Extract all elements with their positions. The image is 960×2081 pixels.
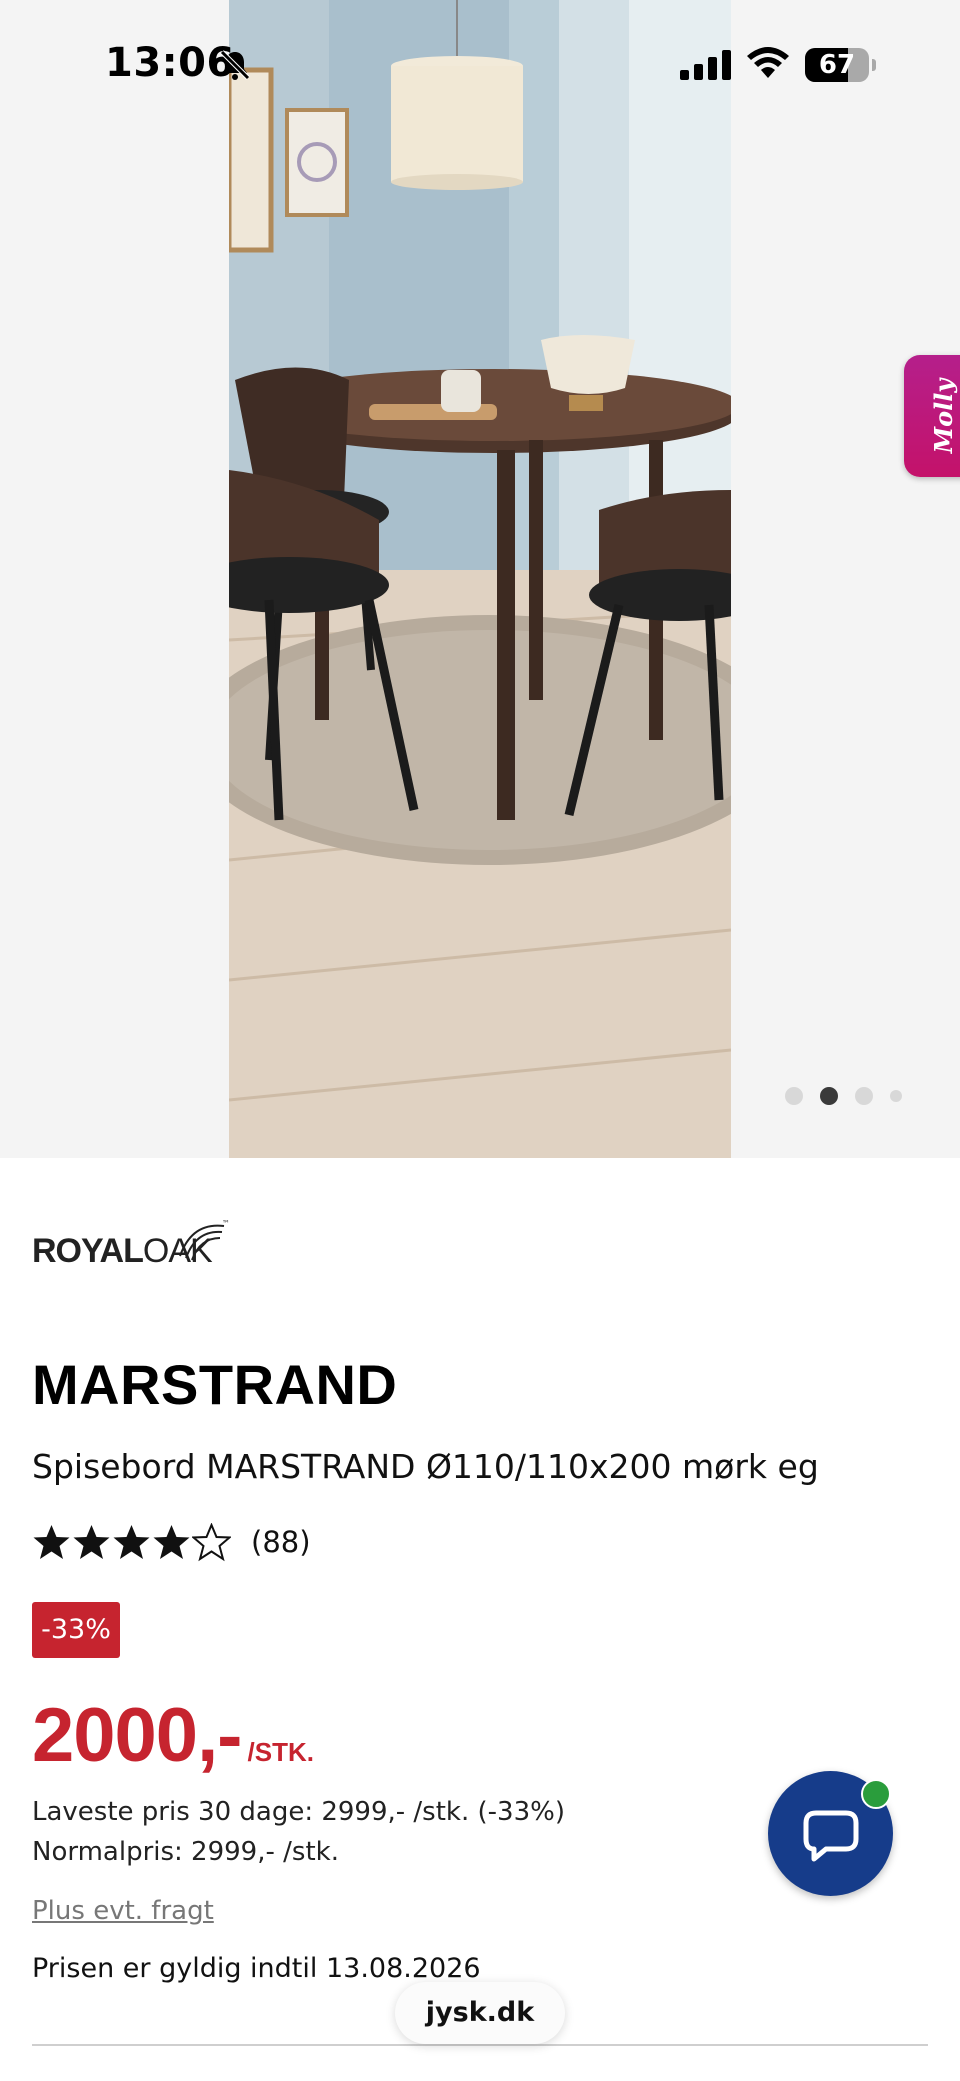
divider — [32, 2044, 928, 2046]
star-filled-icon — [73, 1524, 110, 1559]
cellular-signal-icon — [680, 50, 732, 84]
gallery-dot[interactable] — [820, 1087, 838, 1105]
rating-stars — [32, 1522, 231, 1562]
product-subtitle: Spisebord MARSTRAND Ø110/110x200 mørk eg — [32, 1447, 819, 1486]
battery-icon: 67 — [805, 48, 876, 82]
discount-badge: -33% — [32, 1602, 120, 1658]
molly-assistant-tab[interactable]: Molly — [904, 355, 960, 477]
star-filled-icon — [33, 1524, 70, 1559]
star-filled-icon — [153, 1524, 190, 1559]
product-title: MARSTRAND — [32, 1353, 398, 1416]
star-empty-icon — [192, 1522, 231, 1561]
rating[interactable]: (88) — [32, 1520, 311, 1564]
star-filled-icon — [113, 1524, 150, 1559]
wifi-icon — [745, 46, 791, 84]
gallery-dot[interactable] — [785, 1087, 803, 1105]
battery-percent: 67 — [818, 50, 856, 80]
shipping-link[interactable]: Plus evt. fragt — [32, 1896, 214, 1926]
brand-logo[interactable]: ROYALOAK ™ — [32, 1210, 232, 1270]
price-unit: /STK. — [247, 1737, 314, 1767]
browser-url-pill[interactable]: jysk.dk — [395, 1982, 565, 2044]
online-indicator — [861, 1779, 891, 1809]
lowest-price-note: Laveste pris 30 dage: 2999,- /stk. (-33%… — [32, 1797, 565, 1827]
price-row: 2000,- /STK. — [32, 1692, 314, 1779]
product-image-gallery[interactable]: 13:06 67 — [0, 0, 960, 1158]
normal-price-note: Normalpris: 2999,- /stk. — [32, 1837, 339, 1867]
price: 2000,- — [32, 1693, 242, 1778]
status-bar: 13:06 67 — [0, 0, 960, 130]
gallery-dot[interactable] — [855, 1087, 873, 1105]
bell-slash-icon — [218, 48, 252, 86]
product-photo[interactable] — [229, 0, 731, 1158]
gallery-dot[interactable] — [890, 1090, 902, 1102]
molly-label: Molly — [929, 378, 958, 454]
chat-bubble-icon — [802, 1807, 860, 1867]
svg-text:™: ™ — [222, 1219, 230, 1228]
clock: 13:06 — [105, 40, 235, 86]
price-validity: Prisen er gyldig indtil 13.08.2026 — [32, 1953, 481, 1984]
review-count[interactable]: (88) — [251, 1525, 311, 1559]
